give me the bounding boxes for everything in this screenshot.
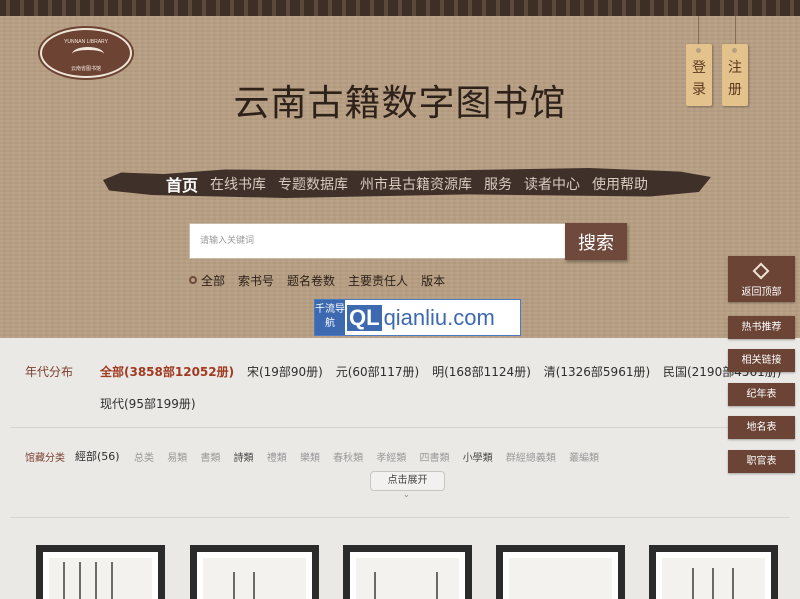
ad-ql-logo: QL <box>347 304 382 331</box>
logo-top-text: YUNNAN LIBRARY <box>64 39 108 45</box>
float-era-table[interactable]: 纪年表 <box>728 383 795 406</box>
category-item[interactable]: 易類 <box>167 453 187 464</box>
site-title: 云南古籍数字图书馆 <box>233 83 567 124</box>
float-hot-books[interactable]: 热书推荐 <box>728 316 795 339</box>
register-button[interactable]: 注 册 <box>722 44 748 106</box>
login-label: 登 录 <box>692 60 706 98</box>
category-item[interactable]: 叢編類 <box>569 453 599 464</box>
search-option-title[interactable]: 题名卷数 <box>287 272 335 289</box>
ink-mark <box>95 562 97 599</box>
library-logo[interactable]: YUNNAN LIBRARY 云南省图书馆 <box>40 28 132 78</box>
nav-item-special-databases[interactable]: 专题数据库 <box>272 174 354 194</box>
category-item[interactable]: 書類 <box>200 453 220 464</box>
category-item[interactable]: 小學類 <box>463 453 493 464</box>
ink-mark <box>111 562 113 599</box>
category-filter-label: 馆藏分类 <box>25 453 65 464</box>
category-list: 总类 易類 書類 詩類 禮類 樂類 春秋類 孝經類 四書類 小學類 群經總義類 … <box>134 449 609 464</box>
year-filter-all[interactable]: 全部(3858部12052册) <box>100 365 234 379</box>
nav-item-help[interactable]: 使用帮助 <box>586 174 654 194</box>
chevron-down-icon[interactable]: ⌄ <box>403 490 410 499</box>
book-page-image <box>49 558 152 599</box>
category-item[interactable]: 孝經類 <box>376 453 406 464</box>
year-filter-qing[interactable]: 清(1326部5961册) <box>544 365 650 379</box>
register-label: 注 册 <box>728 60 742 98</box>
year-filter-ming[interactable]: 明(168部1124册) <box>432 365 531 379</box>
main-nav: 首页 在线书库 专题数据库 州市县古籍资源库 服务 读者中心 使用帮助 <box>0 172 800 196</box>
back-to-top-button[interactable]: 返回顶部 <box>728 256 795 302</box>
year-filter-modern[interactable]: 现代(95部199册) <box>100 395 196 412</box>
category-item[interactable]: 禮類 <box>267 453 287 464</box>
search-input[interactable] <box>189 223 565 259</box>
category-item[interactable]: 四書類 <box>420 453 450 464</box>
nav-item-services[interactable]: 服务 <box>478 174 518 194</box>
nav-item-home[interactable]: 首页 <box>160 172 204 196</box>
ink-mark <box>233 572 235 599</box>
search-option-author[interactable]: 主要责任人 <box>348 272 408 289</box>
back-to-top-label: 返回顶部 <box>741 287 782 298</box>
search-option-call-number[interactable]: 索书号 <box>238 272 274 289</box>
year-filter-yuan[interactable]: 元(60部117册) <box>336 365 420 379</box>
float-official-titles[interactable]: 职官表 <box>728 450 795 473</box>
nav-item-reader-center[interactable]: 读者中心 <box>518 174 586 194</box>
ad-banner[interactable]: 千流导航 QL qianliu.com <box>314 299 521 336</box>
year-filter-label: 年代分布 <box>25 365 74 379</box>
category-item[interactable]: 群經總義類 <box>506 453 556 464</box>
ink-mark <box>732 568 734 599</box>
search-button[interactable]: 搜索 <box>565 223 627 260</box>
tag-string <box>698 16 699 46</box>
nav-item-local-resources[interactable]: 州市县古籍资源库 <box>354 174 478 194</box>
nav-item-online-library[interactable]: 在线书库 <box>204 174 272 194</box>
ink-mark <box>79 562 81 599</box>
book-page-image <box>509 558 612 599</box>
search-option-edition[interactable]: 版本 <box>421 272 445 289</box>
category-item[interactable]: 詩類 <box>234 453 254 464</box>
book-thumbnail[interactable] <box>36 545 165 599</box>
ink-mark <box>436 572 438 599</box>
category-item[interactable]: 樂類 <box>300 453 320 464</box>
year-filter-list: 全部(3858部12052册) 宋(19部90册) 元(60部117册) 明(1… <box>100 363 800 380</box>
category-item[interactable]: 总类 <box>134 453 154 464</box>
ink-mark <box>253 572 255 599</box>
divider <box>10 517 790 518</box>
category-item[interactable]: 春秋類 <box>333 453 363 464</box>
ink-mark <box>712 568 714 599</box>
ad-left-text: 千流导航 <box>315 300 345 335</box>
float-related-links[interactable]: 相关链接 <box>728 349 795 372</box>
ink-mark <box>63 562 65 599</box>
float-place-names[interactable]: 地名表 <box>728 416 795 439</box>
book-icon <box>72 47 104 61</box>
book-page-image <box>203 558 306 599</box>
year-filter-song[interactable]: 宋(19部90册) <box>247 365 323 379</box>
book-page-image <box>356 558 459 599</box>
top-decorative-strip <box>0 0 800 16</box>
book-thumbnail[interactable] <box>496 545 625 599</box>
category-jing[interactable]: 經部(56) <box>75 448 120 464</box>
ink-mark <box>692 568 694 599</box>
book-page-image <box>662 558 765 599</box>
book-thumbnail[interactable] <box>190 545 319 599</box>
expand-button[interactable]: 点击展开 <box>370 471 445 491</box>
book-thumbnail[interactable] <box>343 545 472 599</box>
back-to-top-icon <box>752 262 770 280</box>
search-options: 全部 索书号 题名卷数 主要责任人 版本 <box>189 271 458 289</box>
logo-bottom-text: 云南省图书馆 <box>70 66 101 72</box>
tag-string <box>735 16 736 46</box>
divider <box>10 427 790 428</box>
book-thumbnail[interactable] <box>649 545 778 599</box>
search-option-all[interactable]: 全部 <box>201 272 225 289</box>
login-button[interactable]: 登 录 <box>686 44 712 106</box>
ink-mark <box>374 572 376 599</box>
ad-domain: qianliu.com <box>383 304 495 330</box>
radio-selected-icon[interactable] <box>189 276 197 284</box>
